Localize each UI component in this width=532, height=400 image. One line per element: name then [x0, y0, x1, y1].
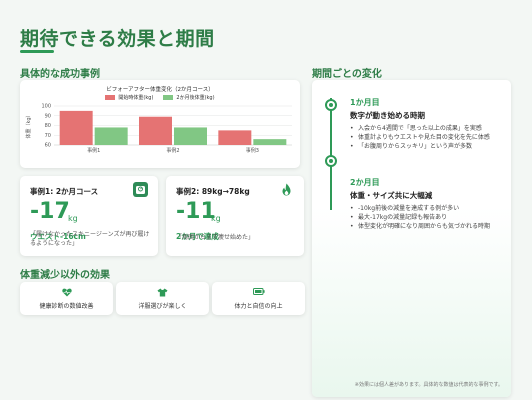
- timeline-month-1: 1か月目: [350, 98, 380, 107]
- period-heading: 期間ごとの変化: [312, 69, 382, 80]
- timeline-month-2: 2か月目: [350, 178, 380, 187]
- list-item: 入会から4週間で「思った以上の成果」を実感: [350, 124, 500, 133]
- bar-start-3: [218, 130, 252, 145]
- scale-icon: [133, 182, 148, 197]
- timeline-heading-2: 体重・サイズ共に大幅減: [350, 191, 433, 200]
- x-tick-label: 事例3: [246, 147, 259, 154]
- timeline-list-1: 入会から4週間で「思った以上の成果」を実感 体重計よりもウエストや見た目の変化を…: [350, 124, 500, 151]
- y-tick-label: 80: [45, 123, 51, 129]
- page-title: 期待できる効果と期間: [20, 28, 215, 50]
- timeline-line: [330, 98, 332, 210]
- benefit-card-clothes: 洋服選びが楽しく: [116, 282, 209, 315]
- weight-bar-chart: 60 70 80 90 100 体重（kg） 事例1 事例2 事例3: [25, 104, 292, 154]
- x-tick-label: 事例2: [166, 147, 179, 154]
- timeline-dot-2: [325, 155, 337, 167]
- benefit-label-clothes: 洋服選びが楽しく: [138, 303, 187, 310]
- case-1-value: -17: [30, 199, 70, 224]
- weight-chart-card: ビフォーアフター体重変化（2か月コース） 開始時体重(kg) 2か月後体重(kg…: [20, 80, 300, 168]
- case-1-quote: 「履けなかったスキニージーンズが再び履けるようになった」: [30, 231, 150, 247]
- shirt-icon: [116, 288, 209, 299]
- list-item: 「お腹周りからスッキリ」という声が多数: [350, 142, 500, 151]
- bar-after-2: [174, 127, 207, 145]
- timeline-list-2: -10kg前後の減量を達成する例が多い 最大-17kgの減量記録も報告あり 体型…: [350, 204, 500, 231]
- list-item: -10kg前後の減量を達成する例が多い: [350, 204, 500, 213]
- bar-after-3: [253, 139, 287, 145]
- y-tick-label: 60: [45, 143, 51, 149]
- y-tick-label: 100: [41, 104, 51, 110]
- bar-start-1: [59, 110, 93, 145]
- case-card-1: 事例1: 2か月コース -17 kg ウエスト-16cm 「履けなかったスキニー…: [20, 176, 158, 256]
- benefit-label-health: 健康診断の数値改善: [39, 303, 94, 310]
- case-1-unit: kg: [68, 214, 78, 223]
- success-heading: 具体的な成功事例: [20, 69, 100, 80]
- other-heading: 体重減少以外の効果: [20, 270, 110, 281]
- fire-icon: [279, 182, 294, 197]
- case-2-title: 事例2: 89kg→78kg: [176, 187, 250, 196]
- footnote: ※効果には個人差があります。具体的な数値は代表的な事例です。: [354, 382, 503, 388]
- x-tick-label: 事例1: [87, 147, 100, 154]
- benefit-card-stamina: 体力と自信の向上: [212, 282, 305, 315]
- case-2-unit: kg: [211, 214, 221, 223]
- period-timeline-card: 1か月目 数字が動き始める時期 入会から4週間で「思った以上の成果」を実感 体重…: [312, 80, 511, 397]
- list-item: 最大-17kgの減量記録も報告あり: [350, 213, 500, 222]
- list-item: 体型変化が明確になり周囲からも気づかれる時期: [350, 222, 500, 231]
- benefit-label-stamina: 体力と自信の向上: [234, 303, 283, 310]
- timeline-heading-1: 数字が動き始める時期: [350, 111, 425, 120]
- case-card-2: 事例2: 89kg→78kg -11 kg 2か月で達成 「周囲からまず痩せ始め…: [166, 176, 304, 256]
- y-tick-label: 70: [45, 133, 51, 139]
- benefit-card-health: 健康診断の数値改善: [20, 282, 113, 315]
- bar-start-2: [139, 116, 172, 145]
- bar-after-1: [94, 127, 128, 145]
- y-axis-label: 体重（kg）: [25, 112, 32, 138]
- y-tick-label: 90: [45, 113, 51, 119]
- case-1-title: 事例1: 2か月コース: [30, 187, 99, 196]
- case-2-value: -11: [176, 199, 216, 224]
- case-2-quote: 「周囲からまず痩せ始めた」: [176, 234, 255, 241]
- timeline-dot-1: [325, 99, 337, 111]
- title-underline: [20, 50, 54, 53]
- list-item: 体重計よりもウエストや見た目の変化を先に体感: [350, 133, 500, 142]
- battery-icon: [212, 288, 305, 297]
- heartbeat-icon: [20, 288, 113, 299]
